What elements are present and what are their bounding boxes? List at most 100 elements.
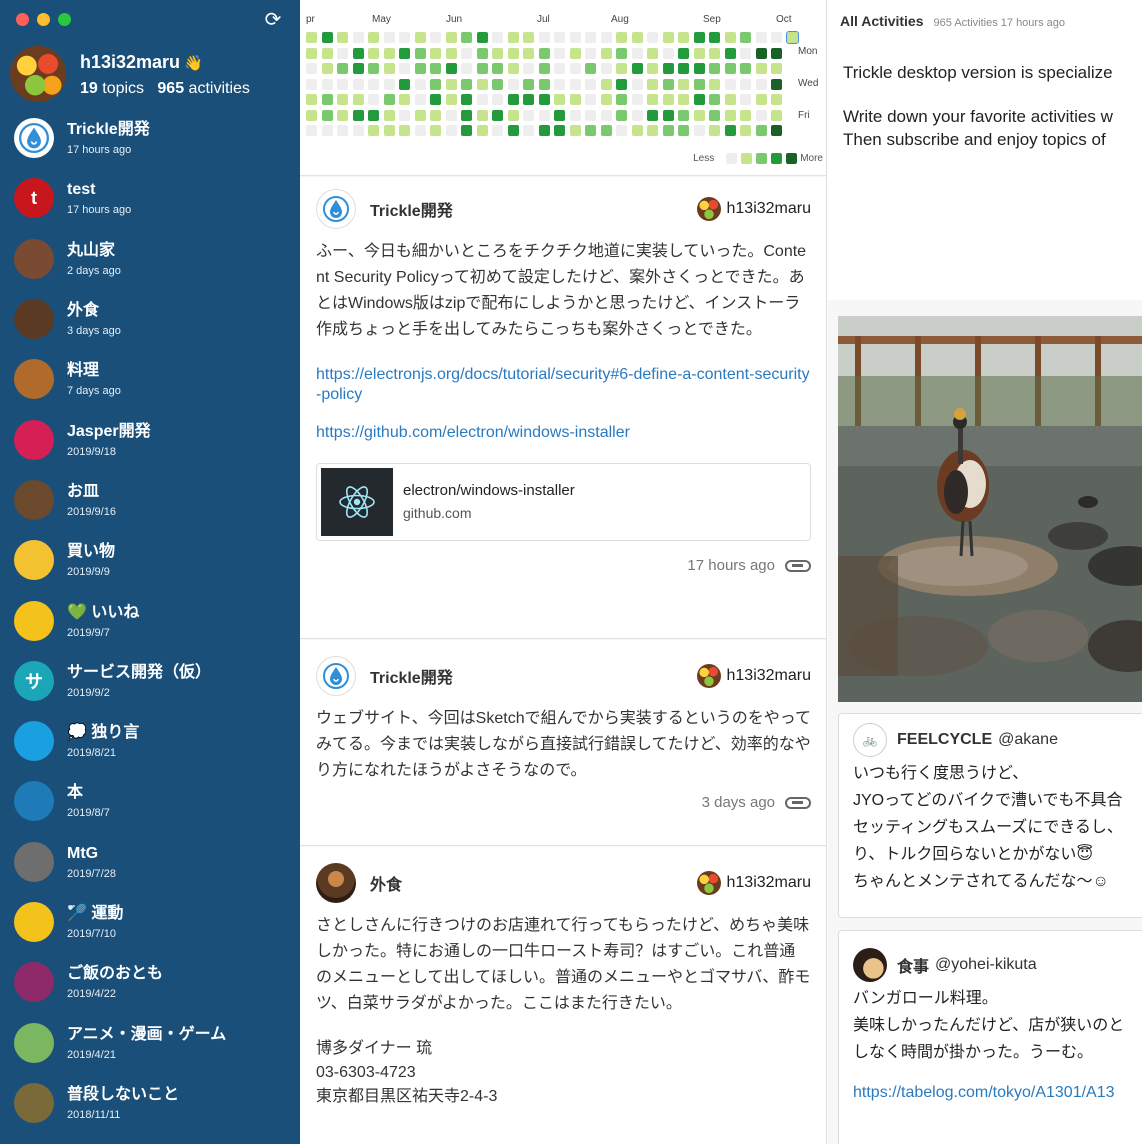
heatmap-cell[interactable] [507,63,519,74]
heatmap-cell[interactable] [523,94,534,105]
heatmap-cell[interactable] [368,32,379,43]
permalink-icon[interactable] [785,559,811,572]
heatmap-cell[interactable] [321,125,333,136]
sidebar-topic-item[interactable]: ササービス開発（仮） 2019/9/2 [0,651,300,711]
sidebar-topic-item[interactable]: 料理 7 days ago [0,349,300,409]
heatmap-cell[interactable] [755,94,767,105]
heatmap-cell[interactable] [569,78,581,90]
heatmap-cell[interactable] [678,94,689,105]
heatmap-cell[interactable] [755,47,767,59]
heatmap-cell[interactable] [678,32,689,43]
heatmap-cell[interactable] [678,78,689,90]
post-topic-name[interactable]: Trickle開発 [370,664,697,688]
sidebar-topic-item[interactable]: t test 17 hours ago [0,168,300,228]
heatmap-cell[interactable] [492,47,503,59]
heatmap-cell[interactable] [321,94,333,105]
heatmap-cell[interactable] [476,78,488,90]
heatmap-cell[interactable] [600,94,612,105]
heatmap-cell[interactable] [678,47,689,59]
heatmap-cell[interactable] [616,32,627,43]
heatmap-cell[interactable] [461,32,472,43]
heatmap-cell[interactable] [337,78,348,90]
heatmap-cell[interactable] [337,63,348,74]
heatmap-cell[interactable] [383,63,395,74]
heatmap-cell[interactable] [771,78,782,90]
sidebar-topic-item[interactable]: 買い物 2019/9/9 [0,530,300,590]
heatmap-cell[interactable] [709,32,720,43]
heatmap-cell[interactable] [492,63,503,74]
heatmap-cell[interactable] [724,78,736,90]
heatmap-cell[interactable] [724,125,736,136]
heatmap-cell[interactable] [414,32,426,43]
heatmap-cell[interactable] [476,109,488,121]
heatmap-cell[interactable] [523,47,534,59]
heatmap-cell[interactable] [430,94,441,105]
heatmap-cell[interactable] [445,63,457,74]
heatmap-cell[interactable] [352,109,364,121]
heatmap-cell[interactable] [554,109,565,121]
post-link[interactable]: https://electronjs.org/docs/tutorial/sec… [316,365,811,405]
heatmap-cell[interactable] [647,109,658,121]
heatmap-cell[interactable] [383,125,395,136]
heatmap-cell[interactable] [631,125,643,136]
heatmap-cell[interactable] [306,78,317,90]
heatmap-cell[interactable] [538,63,550,74]
heatmap-cell[interactable] [585,32,596,43]
heatmap-cell[interactable] [569,32,581,43]
heatmap-cell[interactable] [414,125,426,136]
post-topic-name[interactable]: 外食 [370,871,697,895]
heatmap-cell[interactable] [445,109,457,121]
heatmap-cell[interactable] [771,125,782,136]
heatmap-cell[interactable] [399,109,410,121]
heatmap-cell[interactable] [755,125,767,136]
heatmap-cell[interactable] [693,32,705,43]
heatmap-cell[interactable] [538,125,550,136]
sidebar-topic-item[interactable]: 💚 いいね 2019/9/7 [0,590,300,650]
heatmap-cell[interactable] [430,125,441,136]
heatmap-cell[interactable] [337,125,348,136]
heatmap-cell[interactable] [399,125,410,136]
heatmap-cell[interactable] [662,109,674,121]
heatmap-cell[interactable] [554,47,565,59]
heatmap-cell[interactable] [755,78,767,90]
heatmap-cell[interactable] [678,109,689,121]
heatmap-cell[interactable] [631,78,643,90]
refresh-icon[interactable]: ⟳ [261,8,285,32]
heatmap-cell[interactable] [693,63,705,74]
sidebar-topic-item[interactable]: お皿 2019/9/16 [0,470,300,530]
heatmap-cell[interactable] [337,47,348,59]
heatmap-cell[interactable] [383,109,395,121]
profile[interactable]: h13i32maru 👋 19 topics 965 activities [10,46,250,102]
heatmap-cell[interactable] [507,78,519,90]
sidebar-topic-item[interactable]: 🏸 運動 2019/7/10 [0,892,300,952]
crane-photo[interactable] [838,316,1142,702]
heatmap-cell[interactable] [430,47,441,59]
heatmap-cell[interactable] [352,78,364,90]
heatmap-cell[interactable] [414,47,426,59]
heatmap-cell[interactable] [492,109,503,121]
heatmap-cell[interactable] [585,63,596,74]
heatmap-cell[interactable] [771,32,782,43]
heatmap-cell[interactable] [600,125,612,136]
heatmap-cell[interactable] [755,63,767,74]
heatmap-cell[interactable] [306,125,317,136]
heatmap-cell[interactable] [785,31,799,44]
heatmap-cell[interactable] [538,109,550,121]
heatmap-cell[interactable] [321,32,333,43]
heatmap-cell[interactable] [662,125,674,136]
zoom-window-button[interactable] [58,13,71,26]
heatmap-cell[interactable] [585,47,596,59]
heatmap-cell[interactable] [585,125,596,136]
heatmap-cell[interactable] [352,63,364,74]
sidebar-topic-item[interactable]: 外食 3 days ago [0,289,300,349]
heatmap-cell[interactable] [616,94,627,105]
heatmap-cell[interactable] [600,109,612,121]
heatmap-cell[interactable] [662,78,674,90]
heatmap-cell[interactable] [585,78,596,90]
trickle-drop-icon[interactable] [316,189,356,229]
heatmap-cell[interactable] [600,78,612,90]
heatmap-cell[interactable] [430,63,441,74]
heatmap-cell[interactable] [585,109,596,121]
heatmap-cell[interactable] [616,125,627,136]
heatmap-cell[interactable] [647,78,658,90]
